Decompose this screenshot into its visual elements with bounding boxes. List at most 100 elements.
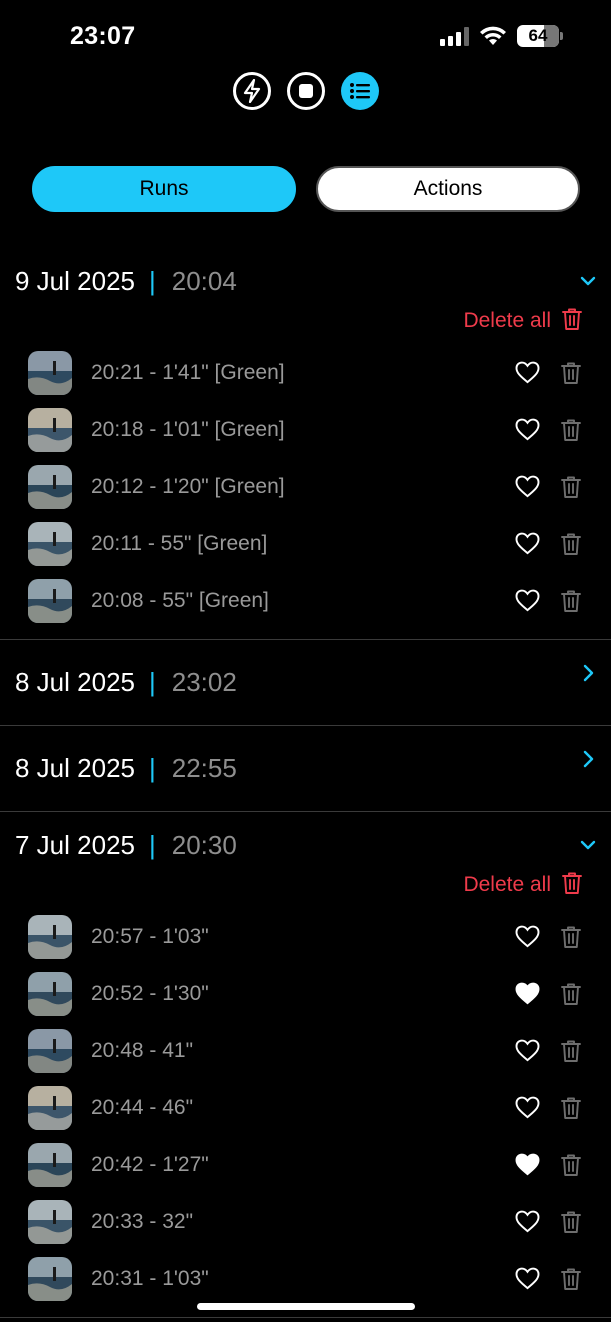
trash-icon[interactable] [560,418,582,442]
run-label: 20:42 - 1'27" [91,1152,209,1176]
list-icon[interactable] [340,72,379,110]
trash-icon[interactable] [560,589,582,613]
heart-icon[interactable] [515,532,540,555]
chevron-right-icon[interactable] [577,748,599,770]
heart-icon[interactable] [515,925,540,948]
runs-list: 20:57 - 1'03" 20:52 - 1'30" 20:48 - 41" 20:… [0,902,611,1317]
session-group: 8 Jul 2025 | 22:55 [0,726,611,812]
heart-icon[interactable] [515,418,540,441]
trash-icon[interactable] [560,1210,582,1234]
run-thumbnail[interactable] [28,914,72,959]
trash-icon[interactable] [560,1267,582,1291]
run-item[interactable]: 20:18 - 1'01" [Green] [0,401,611,458]
trash-icon[interactable] [560,925,582,949]
heart-icon[interactable] [515,589,540,612]
session-header[interactable]: 8 Jul 2025 | 22:55 [0,726,611,811]
run-thumbnail[interactable] [28,1199,72,1244]
session-time: 23:02 [171,667,237,697]
status-icons: 64 [440,25,563,47]
run-label: 20:52 - 1'30" [91,981,209,1005]
run-label: 20:21 - 1'41" [Green] [91,360,285,384]
run-item[interactable]: 20:11 - 55" [Green] [0,515,611,572]
separator: | [148,753,156,783]
session-header[interactable]: 8 Jul 2025 | 23:02 [0,640,611,725]
run-thumbnail[interactable] [28,350,72,395]
wifi-icon [480,26,506,45]
run-label: 20:31 - 1'03" [91,1266,209,1290]
run-item[interactable]: 20:42 - 1'27" [0,1136,611,1193]
stop-icon[interactable] [286,72,325,110]
trash-icon[interactable] [560,982,582,1006]
lightning-icon[interactable] [232,72,271,110]
run-label: 20:44 - 46" [91,1095,194,1119]
run-item[interactable]: 20:31 - 1'03" [0,1250,611,1307]
run-thumbnail[interactable] [28,1142,72,1187]
run-thumbnail[interactable] [28,1028,72,1073]
session-group: 9 Jul 2025 | 20:04 Delete all 20:21 - 1'41" … [0,248,611,640]
run-thumbnail[interactable] [28,521,72,566]
heart-icon[interactable] [515,1210,540,1233]
separator: | [148,265,156,296]
run-thumbnail[interactable] [28,464,72,509]
session-date: 7 Jul 2025 [15,829,135,860]
run-item[interactable]: 20:08 - 55" [Green] [0,572,611,629]
run-item[interactable]: 20:12 - 1'20" [Green] [0,458,611,515]
trash-icon[interactable] [560,1039,582,1063]
tab-runs[interactable]: Runs [32,166,296,212]
heart-icon[interactable] [515,361,540,384]
chevron-down-icon[interactable] [577,834,599,856]
sessions-list: 9 Jul 2025 | 20:04 Delete all 20:21 - 1'41" … [0,248,611,1318]
trash-icon[interactable] [560,361,582,385]
runs-list: 20:21 - 1'41" [Green] 20:18 - 1'01" [Gree… [0,338,611,639]
run-item[interactable]: 20:33 - 32" [0,1193,611,1250]
heart-icon[interactable] [515,475,540,498]
heart-icon[interactable] [515,1267,540,1290]
trash-icon[interactable] [560,1096,582,1120]
heart-filled-icon[interactable] [515,1153,540,1176]
heart-icon[interactable] [515,1096,540,1119]
session-time: 20:04 [171,265,237,296]
session-header[interactable]: 7 Jul 2025 | 20:30 [0,812,611,878]
separator: | [148,667,156,697]
home-indicator[interactable] [197,1303,415,1310]
run-label: 20:33 - 32" [91,1209,194,1233]
cellular-signal-icon [440,26,469,46]
session-date: 8 Jul 2025 [15,667,135,697]
session-header[interactable]: 9 Jul 2025 | 20:04 [0,248,611,314]
run-thumbnail[interactable] [28,578,72,623]
session-group: 8 Jul 2025 | 23:02 [0,640,611,726]
battery-indicator: 64 [517,25,563,47]
chevron-down-icon[interactable] [577,270,599,292]
run-label: 20:18 - 1'01" [Green] [91,417,285,441]
battery-percent: 64 [528,26,548,45]
session-date: 9 Jul 2025 [15,265,135,296]
session-group: 7 Jul 2025 | 20:30 Delete all 20:57 - 1'03" 2… [0,812,611,1318]
trash-icon[interactable] [560,475,582,499]
run-label: 20:57 - 1'03" [91,924,209,948]
status-time: 23:07 [70,22,136,50]
run-thumbnail[interactable] [28,1256,72,1301]
heart-filled-icon[interactable] [515,982,540,1005]
run-item[interactable]: 20:44 - 46" [0,1079,611,1136]
run-thumbnail[interactable] [28,971,72,1016]
session-time: 22:55 [171,753,237,783]
tab-actions[interactable]: Actions [316,166,580,212]
session-time: 20:30 [171,829,237,860]
run-item[interactable]: 20:57 - 1'03" [0,908,611,965]
run-thumbnail[interactable] [28,1085,72,1130]
mode-selector [0,72,611,110]
status-bar: 23:07 64 [0,0,611,72]
chevron-right-icon[interactable] [577,662,599,684]
heart-icon[interactable] [515,1039,540,1062]
separator: | [148,829,156,860]
run-item[interactable]: 20:52 - 1'30" [0,965,611,1022]
run-thumbnail[interactable] [28,407,72,452]
run-label: 20:48 - 41" [91,1038,194,1062]
run-item[interactable]: 20:21 - 1'41" [Green] [0,344,611,401]
trash-icon[interactable] [560,1153,582,1177]
session-date: 8 Jul 2025 [15,753,135,783]
trash-icon[interactable] [560,532,582,556]
run-item[interactable]: 20:48 - 41" [0,1022,611,1079]
run-label: 20:11 - 55" [Green] [91,531,268,555]
run-label: 20:08 - 55" [Green] [91,588,269,612]
